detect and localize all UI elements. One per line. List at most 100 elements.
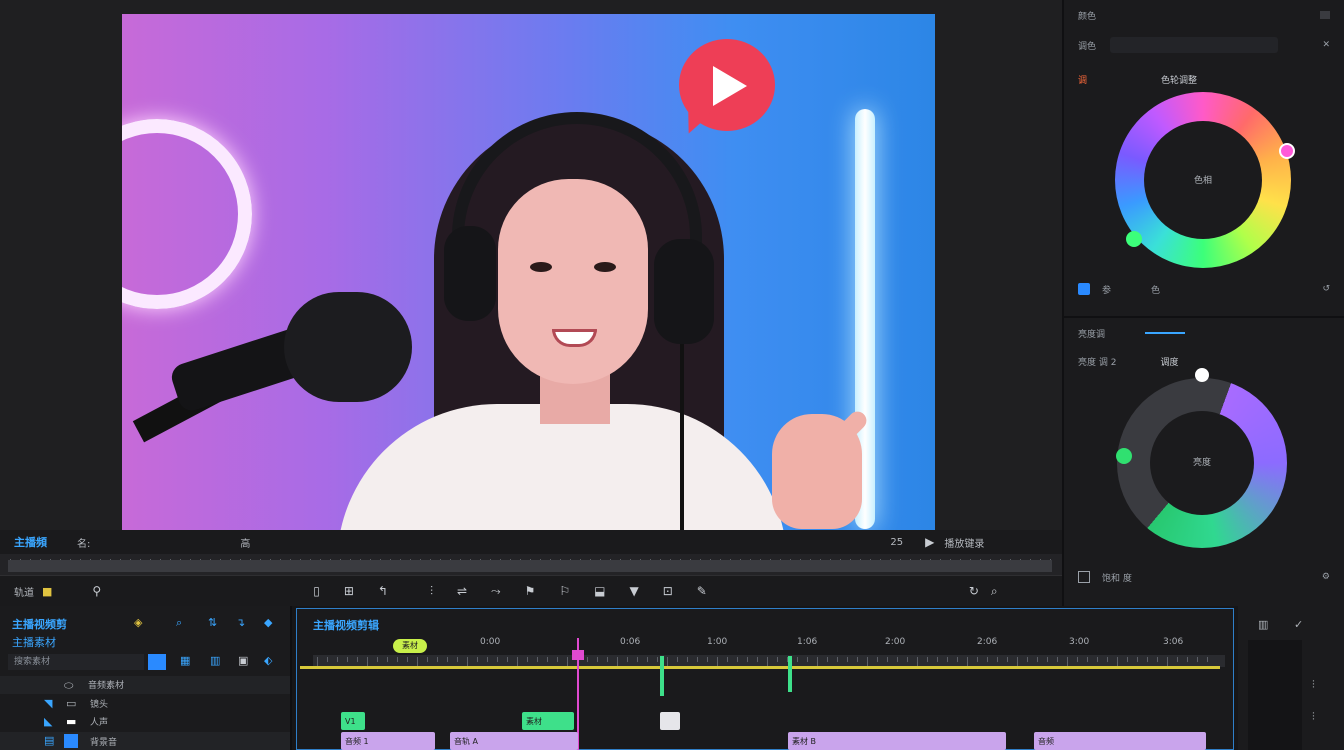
- ruler-tick: [877, 657, 878, 662]
- ruler-tick: [1107, 657, 1108, 662]
- ruler-tick: [917, 657, 918, 666]
- preset-field[interactable]: [1110, 37, 1279, 53]
- headphones-cable: [680, 344, 684, 530]
- divider: [1064, 316, 1344, 318]
- settings-icon[interactable]: ⚙: [1322, 572, 1330, 582]
- reset-icon[interactable]: ↺: [1322, 284, 1330, 294]
- timecode-label: 名:: [77, 538, 91, 550]
- list-item-label: 镜头: [90, 700, 109, 710]
- timeline-clip[interactable]: [660, 712, 680, 730]
- project-subtitle: 主播素材: [12, 636, 56, 649]
- ripple-icon[interactable]: ⇌: [457, 584, 467, 598]
- wheel2-center-label: 亮度: [1192, 458, 1211, 468]
- footer-mid: 色: [1151, 285, 1161, 296]
- list-item[interactable]: ◥ ▭ 镜头: [0, 696, 290, 712]
- menu-icon[interactable]: [1320, 11, 1330, 19]
- playhead-handle[interactable]: [572, 650, 584, 660]
- loop-icon[interactable]: ↻: [969, 584, 979, 598]
- list-view-icon[interactable]: [148, 654, 166, 670]
- wheel2-header: 亮度调: [1078, 324, 1330, 342]
- view-icon[interactable]: ◆: [264, 616, 272, 629]
- timeline-clip[interactable]: 音轨 A: [450, 732, 578, 750]
- mark-out-icon[interactable]: ⚐: [559, 584, 570, 598]
- tool-icon[interactable]: ▥: [1258, 618, 1268, 631]
- trim-icon[interactable]: ↰: [378, 584, 388, 598]
- wheel2-title: 亮度调: [1078, 329, 1106, 340]
- wheel-handle[interactable]: [1116, 448, 1132, 464]
- panel-footer: 参 色 ↺: [1078, 280, 1330, 298]
- audio-icon: ▤: [44, 734, 55, 747]
- ruler-tick: [957, 657, 958, 662]
- badge-icon[interactable]: ◈: [134, 616, 142, 629]
- ruler-tick: [947, 657, 948, 662]
- timeline-clip[interactable]: 音频: [1034, 732, 1206, 750]
- play-label[interactable]: 播放键录: [944, 535, 984, 550]
- search-icon[interactable]: ⌕: [991, 584, 998, 599]
- ruler-tick: [717, 657, 718, 666]
- marker[interactable]: [788, 656, 792, 692]
- ruler-tick: [827, 657, 828, 662]
- export-frame-icon[interactable]: ⊡: [663, 584, 673, 598]
- search-icon[interactable]: ⌕: [176, 616, 182, 630]
- ruler-tick: [1197, 657, 1198, 662]
- ruler-tick: [1037, 657, 1038, 662]
- footer-left[interactable]: 参: [1102, 283, 1111, 296]
- grid-view-icon[interactable]: ▦: [180, 654, 190, 667]
- list-item[interactable]: ▤ 背景音: [0, 732, 290, 750]
- ramp-icon[interactable]: ⤳: [491, 584, 501, 599]
- ruler-tick: [1027, 657, 1028, 662]
- settings-icon[interactable]: ✎: [697, 584, 707, 598]
- marker[interactable]: [660, 656, 664, 696]
- ruler-tick: [1117, 657, 1118, 666]
- checkbox-icon[interactable]: [1078, 571, 1090, 583]
- tool-icon[interactable]: ⫶: [1312, 678, 1315, 692]
- share-icon[interactable]: ⬖: [264, 654, 272, 667]
- play-icon[interactable]: ▶: [925, 535, 934, 549]
- headphones-cup: [654, 239, 714, 344]
- insert-icon[interactable]: ⬓: [594, 584, 605, 598]
- ruler-tick: [377, 657, 378, 662]
- ruler-tick: [727, 657, 728, 662]
- quality-label[interactable]: 高: [240, 535, 250, 550]
- filter-icon[interactable]: ⇅: [208, 616, 217, 629]
- sequence-tag[interactable]: 素材: [393, 639, 427, 653]
- section-title: 色轮调整: [1161, 75, 1198, 86]
- timeline-clip[interactable]: 音频 1: [341, 732, 435, 750]
- pen-icon[interactable]: ✓: [1294, 618, 1303, 631]
- viewer-top-bar: [122, 0, 1062, 14]
- overwrite-icon[interactable]: ▼: [630, 584, 639, 598]
- mark-in-icon[interactable]: ⚑: [525, 584, 536, 598]
- close-icon[interactable]: ✕: [1322, 40, 1330, 50]
- ruler-tick: [457, 657, 458, 662]
- snap-icon[interactable]: ▯: [313, 584, 320, 598]
- ruler-tick: [857, 657, 858, 662]
- luma-wheel-center: 亮度: [1150, 411, 1254, 515]
- timeline-clip[interactable]: V1: [341, 712, 365, 730]
- list-item[interactable]: ◣ ▬ 人声: [0, 714, 290, 730]
- slip-icon[interactable]: ⫶: [430, 584, 433, 599]
- wheel-handle[interactable]: [1279, 143, 1295, 159]
- camera-icon: ◥: [44, 697, 53, 710]
- sort-icon[interactable]: ↴: [236, 616, 245, 629]
- scrub-track[interactable]: [8, 560, 1052, 572]
- ruler-tick: [757, 657, 758, 662]
- wheel-handle[interactable]: [1195, 368, 1209, 382]
- list-item[interactable]: ⬭ 音频素材: [0, 676, 290, 694]
- toggle-icon[interactable]: [1078, 283, 1090, 295]
- timeline-panel[interactable]: 主播视频剪辑 素材 0:00 0:06 1:00 1:06 2:00 2:06 …: [296, 608, 1234, 750]
- timeline-clip[interactable]: 素材: [522, 712, 574, 730]
- wheel-handle[interactable]: [1126, 231, 1142, 247]
- ruler-tick: [1007, 657, 1008, 662]
- footer2-label: 饱和 度: [1102, 573, 1132, 584]
- link-icon[interactable]: ⚲: [92, 584, 101, 598]
- column-icon[interactable]: ▥: [210, 654, 220, 667]
- search-input[interactable]: 搜索素材: [8, 654, 144, 670]
- new-bin-icon[interactable]: ▣: [238, 654, 248, 667]
- ruler-tick: [1127, 657, 1128, 662]
- split-icon[interactable]: ⊞: [344, 584, 354, 598]
- marker-icon[interactable]: ■: [42, 585, 52, 598]
- meter-area: [1248, 640, 1302, 750]
- video-preview[interactable]: [122, 14, 935, 530]
- timeline-clip[interactable]: 素材 B: [788, 732, 1006, 750]
- tool-icon[interactable]: ⫶: [1312, 710, 1315, 724]
